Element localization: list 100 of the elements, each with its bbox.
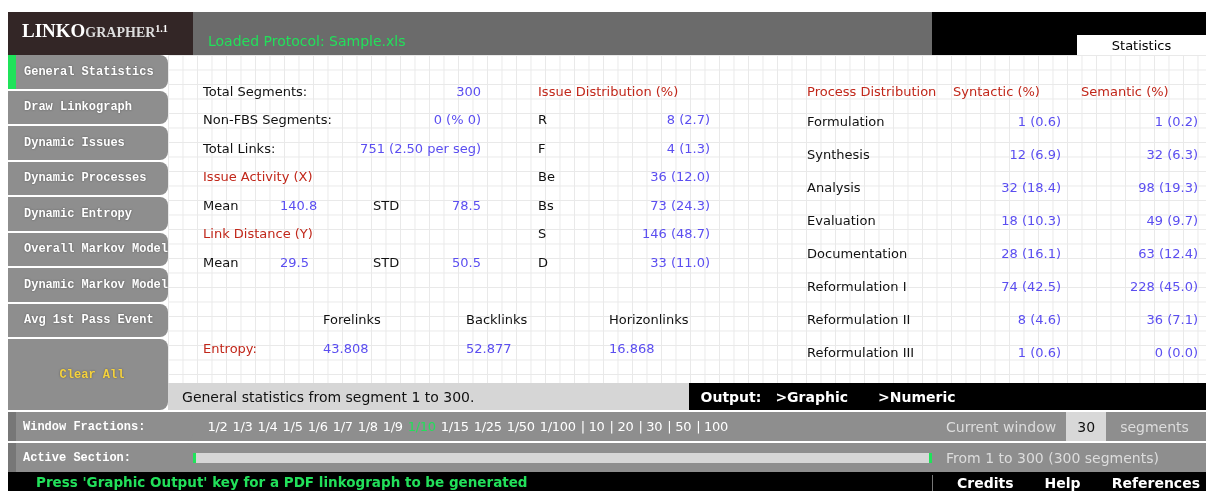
fraction-option[interactable]: 1/9: [380, 419, 406, 434]
stat-value: 751 (2.50 per seg): [360, 140, 482, 156]
stat-label: Formulation: [807, 114, 886, 129]
fraction-option[interactable]: 1/2: [205, 419, 231, 434]
section-range[interactable]: [193, 452, 932, 463]
fraction-option[interactable]: 1/25: [471, 419, 505, 434]
fraction-option[interactable]: 1/15: [438, 419, 472, 434]
stat-value: 8 (4.6): [1016, 312, 1062, 327]
current-window-label: Current window: [945, 418, 1057, 435]
column-heading: Syntactic (%): [953, 83, 1041, 99]
column-heading: Forelinks: [323, 311, 382, 327]
fraction-option[interactable]: | 10: [578, 419, 608, 434]
column-heading: Backlinks: [466, 311, 529, 327]
sidebar-item[interactable]: Dynamic Entropy: [8, 197, 169, 231]
sidebar-item[interactable]: Overall Markov Model: [8, 232, 169, 266]
stat-label: Reformulation I: [807, 279, 908, 294]
fraction-option[interactable]: 1/6: [305, 419, 331, 434]
stat-label: Reformulation III: [807, 345, 916, 360]
app-logo: LINKOGRAPHER$^{1.1}$: [8, 12, 193, 55]
stat-value: 8 (2.7): [666, 112, 711, 128]
stat-value: 1 (0.2): [1153, 114, 1199, 129]
stat-value: 228 (45.0): [1129, 279, 1199, 294]
stat-label: F: [538, 140, 546, 156]
stat-value: 1 (0.6): [1016, 114, 1062, 129]
sidebar-item[interactable]: Dynamic Markov Model: [8, 268, 169, 302]
stat-value: 29.5: [280, 254, 310, 270]
stat-label: Mean: [203, 197, 240, 213]
fraction-option[interactable]: 1/8: [355, 419, 381, 434]
unit-label: segments: [1119, 418, 1189, 435]
footer-link[interactable]: Credits: [957, 475, 1014, 491]
fraction-option[interactable]: 1/100: [537, 419, 579, 434]
output-option[interactable]: >Numeric: [878, 388, 956, 405]
entropy-value: 16.868: [609, 340, 656, 356]
footer-link[interactable]: Help: [1044, 475, 1081, 491]
sidebar-item[interactable]: Dynamic Processes: [8, 161, 169, 195]
fraction-option[interactable]: | 50: [664, 419, 694, 434]
stat-label: Total Segments:: [203, 83, 308, 99]
stat-value: 1 (0.6): [1016, 345, 1062, 360]
stat-label: R: [538, 112, 548, 128]
column-heading: Semantic (%): [1080, 83, 1170, 99]
stat-label: STD: [373, 254, 401, 270]
stat-value: 49 (9.7): [1145, 213, 1199, 228]
footer-message: Press 'Graphic Output' key for a PDF linkograph to be generated: [35, 474, 529, 491]
entropy-label: Entropy:: [203, 340, 258, 356]
fraction-option[interactable]: 1/7: [330, 419, 356, 434]
stat-label: Documentation: [807, 246, 909, 261]
stat-label: Reformulation II: [807, 312, 912, 327]
stat-value: 0 (% 0): [433, 112, 482, 128]
stat-label: Non-FBS Segments:: [203, 112, 332, 128]
stat-value: 36 (12.0): [650, 169, 711, 185]
stat-value: 12 (6.9): [1008, 147, 1062, 162]
column-heading: Horizonlinks: [609, 311, 690, 327]
stat-value: 36 (7.1): [1145, 312, 1199, 327]
stat-value: 0 (0.0): [1153, 345, 1199, 360]
stat-label: Bs: [538, 197, 554, 213]
fraction-option[interactable]: 1/50: [504, 419, 538, 434]
section-heading: Issue Distribution (%): [538, 83, 679, 99]
range-text: From 1 to 300 (300 segments): [945, 449, 1159, 466]
fraction-option[interactable]: 1/4: [255, 419, 281, 434]
section-heading: Issue Activity (X): [203, 169, 313, 185]
stat-value: 300: [456, 83, 482, 99]
section-heading: Link Distance (Y): [203, 226, 313, 242]
stat-value: 18 (10.3): [1000, 213, 1062, 228]
stat-value: 74 (42.5): [1000, 279, 1062, 294]
fraction-option[interactable]: 1/10: [405, 419, 439, 434]
stat-label: Total Links:: [203, 140, 276, 156]
output-option[interactable]: >Graphic: [775, 388, 849, 405]
sidebar-item[interactable]: Dynamic Issues: [8, 126, 169, 160]
footer-link[interactable]: References: [1111, 475, 1200, 491]
entropy-value: 52.877: [466, 340, 513, 356]
fraction-option[interactable]: | 20: [607, 419, 636, 434]
stat-label: S: [538, 226, 547, 242]
stat-value: 4 (1.3): [666, 140, 711, 156]
loaded-protocol: Loaded Protocol: Sample.xls: [208, 33, 406, 49]
stat-label: Analysis: [807, 180, 862, 195]
stat-label: Evaluation: [807, 213, 877, 228]
statistics-tab[interactable]: Statistics: [1077, 35, 1206, 55]
sidebar-item[interactable]: Avg 1st Pass Event: [8, 303, 169, 337]
fraction-option[interactable]: | 30: [635, 419, 665, 434]
clear-all-button[interactable]: Clear All: [8, 339, 169, 410]
stat-value: 140.8: [280, 197, 319, 213]
fraction-option[interactable]: 1/5: [280, 419, 306, 434]
sidebar-item[interactable]: General Statistics: [8, 55, 169, 89]
stat-value: 146 (48.7): [642, 226, 711, 242]
fraction-option[interactable]: 1/3: [230, 419, 256, 434]
stat-label: Be: [538, 169, 555, 185]
stat-label: STD: [373, 197, 401, 213]
stat-label: Mean: [203, 254, 240, 270]
current-window-field[interactable]: 30: [1066, 412, 1107, 441]
status-text: General statistics from segment 1 to 300.: [182, 388, 475, 405]
stat-value: 73 (24.3): [650, 197, 711, 213]
entropy-value: 43.808: [323, 340, 370, 356]
stat-label: Synthesis: [807, 147, 871, 162]
stat-value: 78.5: [451, 197, 482, 213]
fraction-option[interactable]: | 100: [693, 419, 731, 434]
section-heading: Process Distribution: [807, 83, 938, 99]
sidebar-item[interactable]: Draw Linkograph: [8, 90, 169, 124]
stat-value: 33 (11.0): [650, 254, 711, 270]
stat-value: 32 (6.3): [1145, 147, 1199, 162]
stat-value: 28 (16.1): [1000, 246, 1062, 261]
